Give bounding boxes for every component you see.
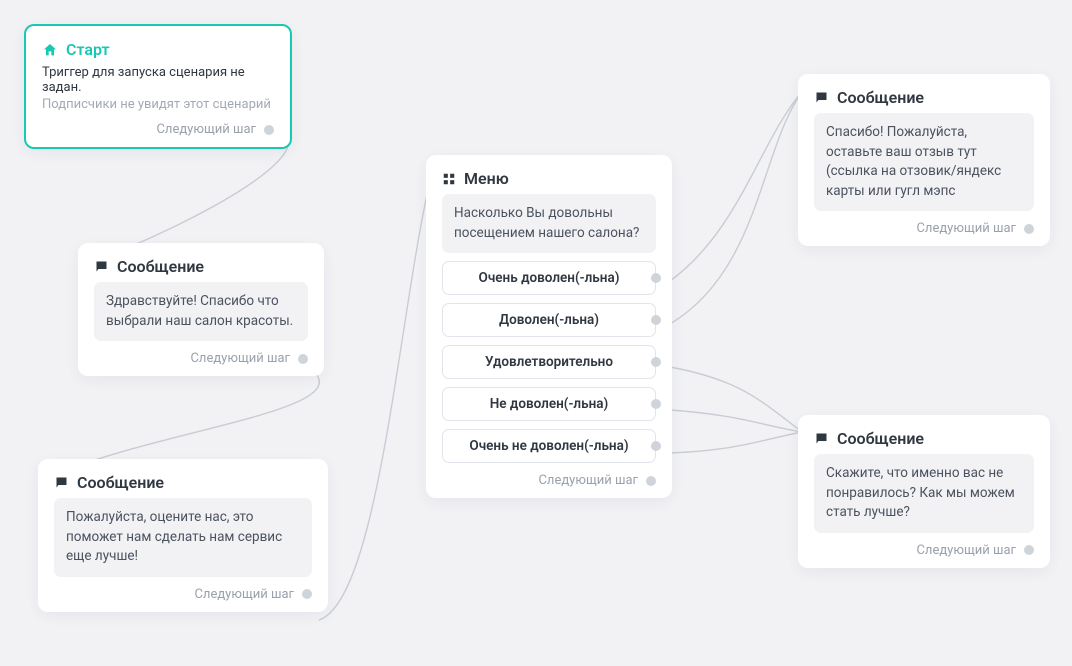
node-title: Сообщение	[837, 88, 924, 107]
output-port[interactable]	[651, 441, 661, 451]
message-body: Скажите, что именно вас не понравилось? …	[814, 454, 1034, 533]
node-title: Старт	[66, 40, 110, 59]
node-header: Сообщение	[54, 473, 312, 492]
next-step-row[interactable]: Следующий шаг	[442, 473, 656, 488]
menu-option-5[interactable]: Очень не доволен(-льна)	[442, 429, 656, 463]
next-step-row[interactable]: Следующий шаг	[42, 122, 274, 137]
next-step-label: Следующий шаг	[194, 587, 294, 602]
menu-prompt: Насколько Вы довольны посещением нашего …	[442, 194, 656, 253]
output-port[interactable]	[1024, 545, 1034, 555]
next-step-label: Следующий шаг	[538, 473, 638, 488]
output-port[interactable]	[651, 399, 661, 409]
menu-option-label: Очень доволен(-льна)	[479, 270, 620, 286]
node-menu[interactable]: Меню Насколько Вы довольны посещением на…	[426, 155, 672, 498]
menu-option-label: Доволен(-льна)	[499, 312, 599, 328]
next-step-row[interactable]: Следующий шаг	[814, 221, 1034, 236]
node-header: Сообщение	[814, 429, 1034, 448]
menu-option-label: Удовлетворительно	[485, 354, 613, 370]
output-port[interactable]	[1024, 224, 1034, 234]
node-header: Сообщение	[94, 257, 308, 276]
menu-option-3[interactable]: Удовлетворительно	[442, 345, 656, 379]
next-step-row[interactable]: Следующий шаг	[814, 543, 1034, 558]
next-step-row[interactable]: Следующий шаг	[54, 587, 312, 602]
menu-option-2[interactable]: Доволен(-льна)	[442, 303, 656, 337]
next-step-label: Следующий шаг	[156, 122, 256, 137]
node-title: Меню	[464, 169, 509, 188]
output-port[interactable]	[651, 273, 661, 283]
next-step-label: Следующий шаг	[916, 221, 1016, 236]
output-port[interactable]	[264, 125, 274, 135]
output-port[interactable]	[651, 357, 661, 367]
node-title: Сообщение	[77, 473, 164, 492]
node-start[interactable]: Старт Триггер для запуска сценария не за…	[24, 24, 292, 149]
grid-icon	[442, 172, 456, 186]
start-body-line2: Подписчики не увидят этот сценарий	[42, 97, 274, 112]
message-body: Пожалуйста, оцените нас, это поможет нам…	[54, 498, 312, 577]
node-title: Сообщение	[837, 429, 924, 448]
message-body: Здравствуйте! Спасибо что выбрали наш са…	[94, 282, 308, 341]
output-port[interactable]	[651, 315, 661, 325]
menu-option-label: Не доволен(-льна)	[490, 396, 609, 412]
message-icon	[814, 90, 829, 105]
flow-canvas[interactable]: Старт Триггер для запуска сценария не за…	[0, 0, 1072, 666]
node-message-1[interactable]: Сообщение Здравствуйте! Спасибо что выбр…	[78, 243, 324, 376]
node-message-4[interactable]: Сообщение Скажите, что именно вас не пон…	[798, 415, 1050, 568]
start-body-line1: Триггер для запуска сценария не задан.	[42, 65, 274, 95]
node-header: Меню	[442, 169, 656, 188]
output-port[interactable]	[646, 476, 656, 486]
message-icon	[54, 475, 69, 490]
node-header: Старт	[42, 40, 274, 59]
message-body: Спасибо! Пожалуйста, оставьте ваш отзыв …	[814, 113, 1034, 211]
message-icon	[814, 431, 829, 446]
node-message-2[interactable]: Сообщение Пожалуйста, оцените нас, это п…	[38, 459, 328, 612]
next-step-label: Следующий шаг	[916, 543, 1016, 558]
next-step-row[interactable]: Следующий шаг	[94, 351, 308, 366]
node-title: Сообщение	[117, 257, 204, 276]
menu-option-4[interactable]: Не доволен(-льна)	[442, 387, 656, 421]
menu-option-1[interactable]: Очень доволен(-льна)	[442, 261, 656, 295]
home-icon	[42, 42, 58, 58]
menu-option-label: Очень не доволен(-льна)	[469, 438, 628, 454]
node-header: Сообщение	[814, 88, 1034, 107]
node-message-3[interactable]: Сообщение Спасибо! Пожалуйста, оставьте …	[798, 74, 1050, 246]
output-port[interactable]	[302, 589, 312, 599]
output-port[interactable]	[298, 354, 308, 364]
next-step-label: Следующий шаг	[190, 351, 290, 366]
message-icon	[94, 259, 109, 274]
